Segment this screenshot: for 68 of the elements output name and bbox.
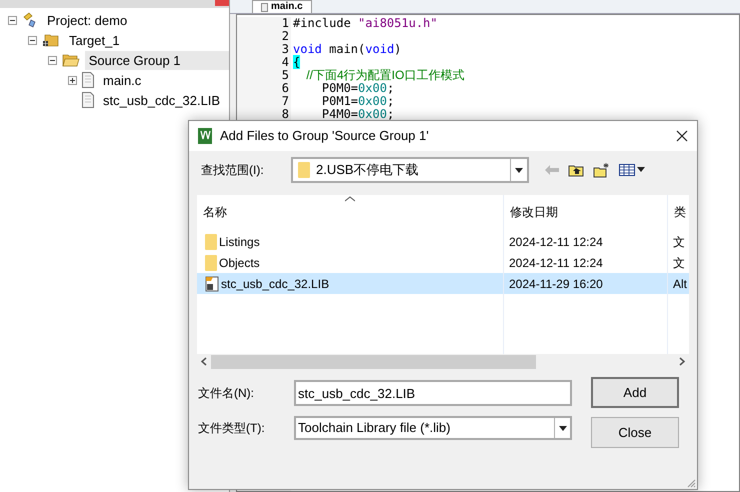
code-line: P4M0=0x00; [320,107,394,121]
library-file-icon [205,276,219,292]
file-icon [261,2,268,12]
code-line: #include "ai8051u.h" [293,16,438,30]
file-type-label: 文件类型(T): [198,420,266,437]
app-icon [198,128,212,144]
collapse-icon[interactable] [8,16,17,24]
file-name-input[interactable]: stc_usb_cdc_32.LIB [294,380,572,406]
line-number: 3 [282,42,289,56]
close-button[interactable]: Close [591,417,679,448]
line-number: 1 [282,16,289,30]
folder-icon [42,33,60,47]
dialog-title: Add Files to Group 'Source Group 1' [220,127,430,146]
scroll-right-icon[interactable] [679,357,685,366]
file-name: stc_usb_cdc_32.LIB [221,276,330,292]
tree-item[interactable]: Target_1 [65,30,124,50]
code-line: P0M1=0x00; [320,94,394,108]
line-number: 8 [282,107,289,121]
tree-item[interactable]: stc_usb_cdc_32.LIB [99,90,224,110]
file-type-dropdown[interactable]: Toolchain Library file (*.lib) [294,416,572,440]
file-type: 文 [673,234,685,248]
new-folder-icon[interactable] [593,162,610,178]
line-number: 6 [282,81,289,95]
file-row[interactable]: Listings 2024-12-11 12:24 文 [197,231,689,252]
file-date: 2024-12-11 12:24 [509,256,603,270]
look-in-dropdown[interactable]: 2.USB不停电下载 [291,157,529,183]
file-type: 文 [673,256,685,270]
project-icon [22,12,38,28]
file-icon [82,72,94,88]
caret-icon[interactable] [554,418,570,438]
folder-icon [298,162,310,178]
column-header[interactable]: 修改日期 [503,203,667,221]
close-icon[interactable] [676,130,688,142]
code-line: void main(void) [293,42,402,56]
column-header[interactable]: 名称 [197,203,503,221]
line-number: 5 [282,68,289,82]
scroll-left-icon[interactable] [201,357,207,366]
file-date: 2024-11-29 16:20 [509,276,603,290]
file-type: Alt [673,276,687,290]
add-button[interactable]: Add [591,377,679,408]
tree-item[interactable]: Source Group 1 [84,50,229,70]
file-icon [82,92,94,108]
expand-icon[interactable] [68,76,77,84]
line-number: 4 [282,55,289,69]
code-line: //下面4行为配置IO口工作模式 [305,68,464,82]
line-number: 2 [282,29,289,43]
look-in-label: 查找范围(I): [201,162,265,179]
up-folder-icon[interactable] [568,163,584,177]
view-menu-icon[interactable] [619,164,645,176]
file-name: Objects [219,254,260,272]
tree-item[interactable]: Project: demo [43,10,132,30]
column-header[interactable]: 类 [667,203,687,221]
file-row[interactable]: stc_usb_cdc_32.LIB 2024-11-29 16:20 Alt [197,273,689,294]
collapse-icon[interactable] [48,56,57,64]
file-name: Listings [219,234,260,250]
collapse-icon[interactable] [28,36,37,44]
editor-tab[interactable]: main.c [252,0,312,13]
file-name-label: 文件名(N): [198,385,255,402]
code-line: P0M0=0x00; [320,81,394,95]
folder-icon [205,254,217,270]
tree-item[interactable]: main.c [99,70,146,90]
file-row[interactable]: Objects 2024-12-11 12:24 文 [197,252,689,273]
scrollbar-thumb[interactable] [211,354,536,368]
folder-icon [62,53,80,67]
folder-icon [205,234,217,250]
file-date: 2024-12-11 12:24 [509,234,603,248]
line-number: 7 [282,94,289,108]
resize-grip-icon[interactable] [686,478,696,488]
